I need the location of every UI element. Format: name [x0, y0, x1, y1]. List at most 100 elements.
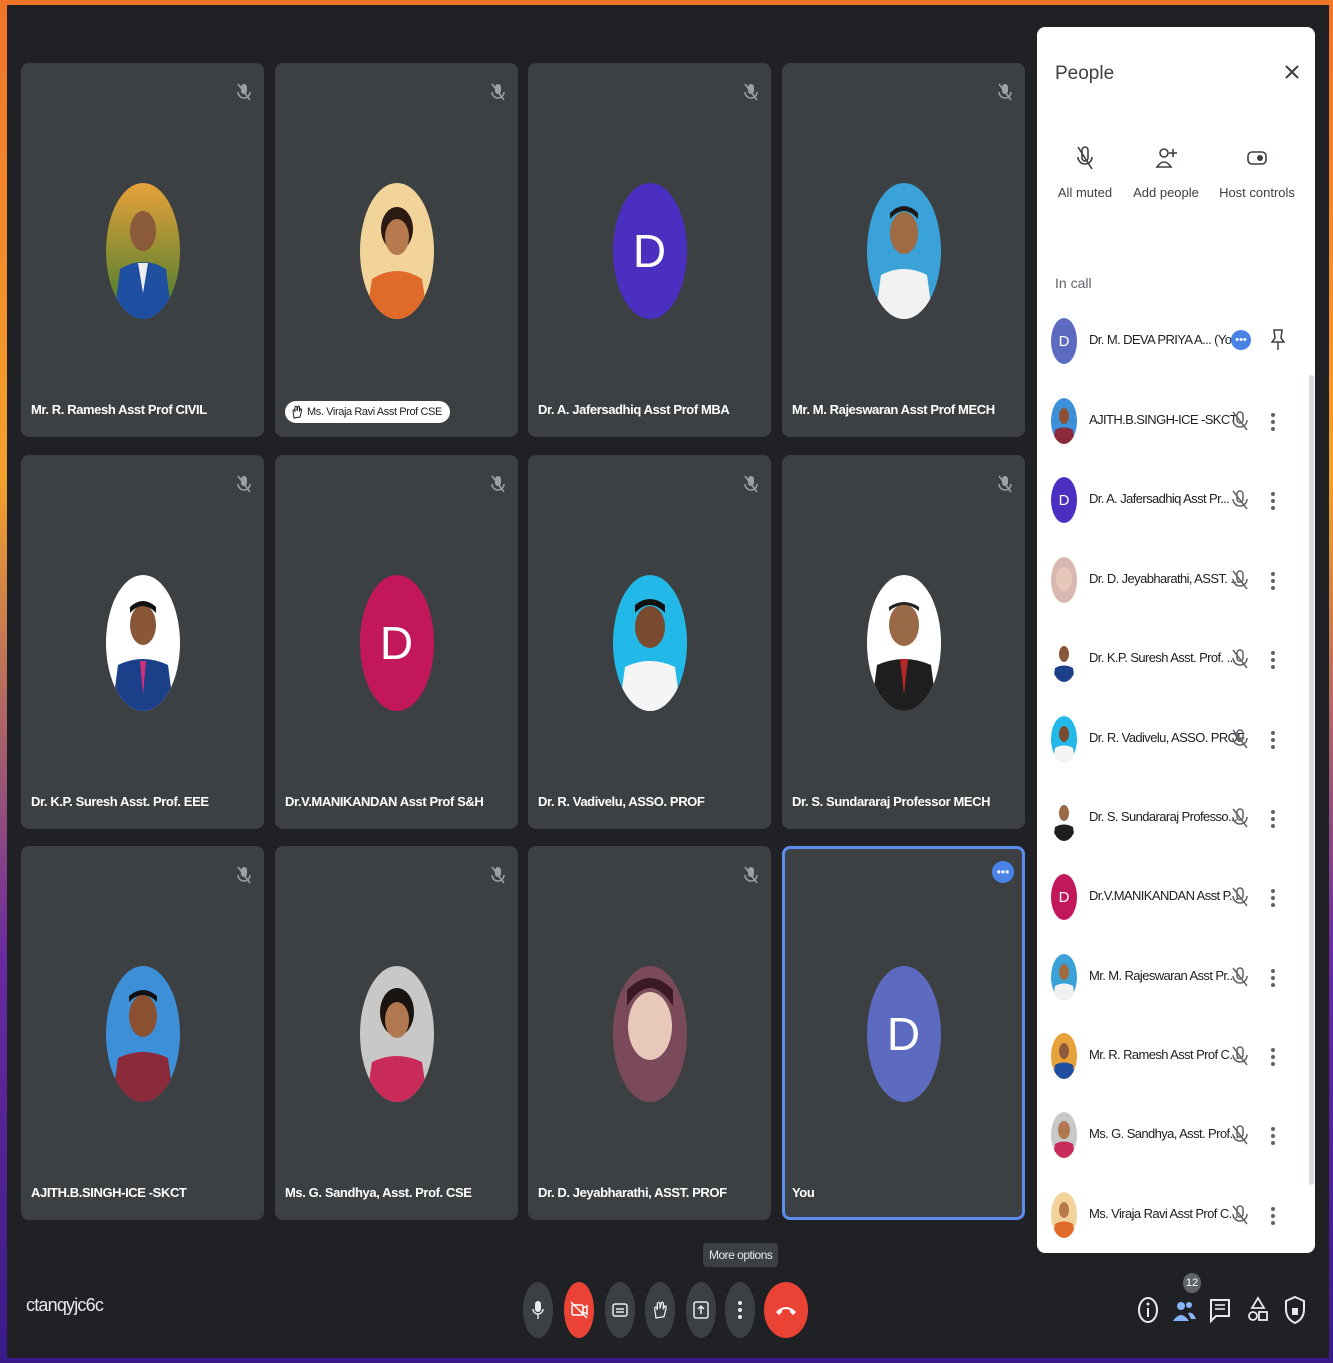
- mic-off-icon: [1232, 649, 1248, 669]
- more-vert-icon[interactable]: [1270, 650, 1276, 670]
- participant-name: Dr. S. Sundararaj Professo...: [1089, 809, 1238, 824]
- mic-icon: [532, 1301, 544, 1319]
- more-vert-icon[interactable]: [1270, 571, 1276, 591]
- avatar: [1051, 398, 1077, 444]
- participant-name: Dr. A. Jafersadhiq Asst Prof MBA: [538, 402, 730, 417]
- participant-name: Ms. G. Sandhya, Asst. Prof...: [1089, 1126, 1239, 1141]
- all-muted-button[interactable]: All muted: [1045, 145, 1125, 200]
- participant-name: You: [792, 1185, 815, 1200]
- participant-row[interactable]: D Dr. A. Jafersadhiq Asst Pr...: [1051, 469, 1313, 529]
- tooltip: More options: [703, 1243, 779, 1267]
- avatar: [866, 183, 941, 319]
- participant-row[interactable]: Dr. S. Sundararaj Professo...: [1051, 787, 1313, 847]
- more-vert-icon[interactable]: [1270, 888, 1276, 908]
- raise-hand-icon: [653, 1301, 667, 1319]
- raise-hand-button[interactable]: [645, 1282, 675, 1338]
- present-button[interactable]: [686, 1282, 716, 1338]
- people-panel: People All muted Add people Host control…: [1037, 27, 1315, 1253]
- participant-tile[interactable]: Ms. G. Sandhya, Asst. Prof. CSE: [275, 846, 518, 1220]
- avatar: D: [866, 966, 941, 1102]
- mic-off-icon: [237, 83, 251, 101]
- mic-off-icon: [237, 866, 251, 884]
- more-vert-icon[interactable]: [1270, 809, 1276, 829]
- avatar: [1051, 557, 1077, 603]
- in-call-heading: In call: [1055, 275, 1092, 291]
- participant-row[interactable]: AJITH.B.SINGH-ICE -SKCT: [1051, 390, 1313, 450]
- participant-tile[interactable]: Mr. M. Rajeswaran Asst Prof MECH: [782, 63, 1025, 437]
- participant-row[interactable]: Ms. G. Sandhya, Asst. Prof...: [1051, 1104, 1313, 1164]
- mic-off-icon: [1232, 729, 1248, 749]
- more-vert-icon[interactable]: [1270, 1047, 1276, 1067]
- participant-tile[interactable]: D Dr.V.MANIKANDAN Asst Prof S&H: [275, 455, 518, 829]
- participant-name: AJITH.B.SINGH-ICE -SKCT: [1089, 412, 1238, 427]
- participant-row[interactable]: Mr. R. Ramesh Asst Prof C...: [1051, 1025, 1313, 1085]
- more-vert-icon[interactable]: [1270, 1206, 1276, 1226]
- scrollbar[interactable]: [1309, 375, 1314, 1185]
- participant-name: AJITH.B.SINGH-ICE -SKCT: [31, 1185, 187, 1200]
- more-options-icon[interactable]: •••: [992, 861, 1014, 883]
- more-options-button[interactable]: [725, 1282, 755, 1338]
- mic-off-icon: [1232, 1205, 1248, 1225]
- participant-tile[interactable]: AJITH.B.SINGH-ICE -SKCT: [21, 846, 264, 1220]
- participant-row[interactable]: Dr. K.P. Suresh Asst. Prof. ...: [1051, 628, 1313, 688]
- info-icon[interactable]: [1136, 1295, 1160, 1325]
- participant-tile[interactable]: Dr. K.P. Suresh Asst. Prof. EEE: [21, 455, 264, 829]
- mic-off-icon: [1232, 1046, 1248, 1066]
- more-vert-icon[interactable]: [1270, 968, 1276, 988]
- participant-row[interactable]: Dr. R. Vadivelu, ASSO. PROF: [1051, 708, 1313, 768]
- participant-tile[interactable]: Dr. D. Jeyabharathi, ASST. PROF: [528, 846, 771, 1220]
- present-icon: [693, 1301, 709, 1319]
- participant-count-badge: 12: [1183, 1273, 1201, 1293]
- chat-icon[interactable]: [1208, 1295, 1232, 1325]
- participant-name: Mr. R. Ramesh Asst Prof C...: [1089, 1047, 1239, 1062]
- participant-tile[interactable]: Dr. S. Sundararaj Professor MECH: [782, 455, 1025, 829]
- mic-off-icon: [1077, 146, 1093, 170]
- participant-tile[interactable]: Dr. R. Vadivelu, ASSO. PROF: [528, 455, 771, 829]
- host-controls-icon[interactable]: [1283, 1295, 1307, 1325]
- mic-off-icon: [998, 475, 1012, 493]
- more-vert-icon[interactable]: [1270, 491, 1276, 511]
- avatar: [105, 183, 180, 319]
- more-vert-icon[interactable]: [1270, 412, 1276, 432]
- camera-button[interactable]: [564, 1282, 594, 1338]
- participant-tile[interactable]: D Dr. A. Jafersadhiq Asst Prof MBA: [528, 63, 771, 437]
- participant-tile[interactable]: Mr. R. Ramesh Asst Prof CIVIL: [21, 63, 264, 437]
- camera-off-icon: [570, 1301, 588, 1319]
- participant-row[interactable]: D Dr. M. DEVA PRIYA A... (You) •••: [1051, 310, 1313, 370]
- pin-icon[interactable]: [1271, 328, 1285, 352]
- mic-off-icon: [1232, 411, 1248, 431]
- participant-row[interactable]: Ms. Viraja Ravi Asst Prof C...: [1051, 1184, 1313, 1244]
- avatar: [1051, 1112, 1077, 1158]
- participant-name: Ms. Viraja Ravi Asst Prof C...: [1089, 1206, 1238, 1221]
- self-tile[interactable]: ••• D You: [782, 846, 1025, 1220]
- mic-button[interactable]: [523, 1282, 553, 1338]
- toggle-icon: [1247, 151, 1267, 165]
- end-call-button[interactable]: [764, 1282, 808, 1338]
- close-icon[interactable]: [1283, 63, 1301, 81]
- captions-button[interactable]: [605, 1282, 635, 1338]
- participant-name: Ms. G. Sandhya, Asst. Prof. CSE: [285, 1185, 472, 1200]
- participant-name: Mr. M. Rajeswaran Asst Pr...: [1089, 968, 1236, 983]
- more-vert-icon[interactable]: [1270, 730, 1276, 750]
- mic-off-icon: [1232, 808, 1248, 828]
- avatar: [359, 183, 434, 319]
- participant-row[interactable]: Dr. D. Jeyabharathi, ASST. ...: [1051, 549, 1313, 609]
- participant-name: Ms. Viraja Ravi Asst Prof CSE: [285, 401, 450, 423]
- add-person-icon: [1155, 148, 1177, 168]
- people-icon[interactable]: [1172, 1295, 1196, 1325]
- avatar: [612, 966, 687, 1102]
- participant-tile[interactable]: Ms. Viraja Ravi Asst Prof CSE: [275, 63, 518, 437]
- participant-name: Dr.V.MANIKANDAN Asst P...: [1089, 888, 1239, 903]
- host-controls-button[interactable]: Host controls: [1217, 145, 1297, 200]
- participant-row[interactable]: D Dr.V.MANIKANDAN Asst P...: [1051, 866, 1313, 926]
- mic-off-icon: [744, 83, 758, 101]
- activities-icon[interactable]: [1246, 1295, 1270, 1325]
- more-vert-icon[interactable]: [1270, 1126, 1276, 1146]
- mic-off-icon: [744, 866, 758, 884]
- participant-row[interactable]: Mr. M. Rajeswaran Asst Pr...: [1051, 946, 1313, 1006]
- meeting-code: ctanqyjc6c: [26, 1295, 104, 1315]
- end-call-icon: [776, 1307, 796, 1315]
- add-people-button[interactable]: Add people: [1126, 145, 1206, 200]
- more-options-icon[interactable]: •••: [1231, 330, 1251, 350]
- mic-off-icon: [1232, 887, 1248, 907]
